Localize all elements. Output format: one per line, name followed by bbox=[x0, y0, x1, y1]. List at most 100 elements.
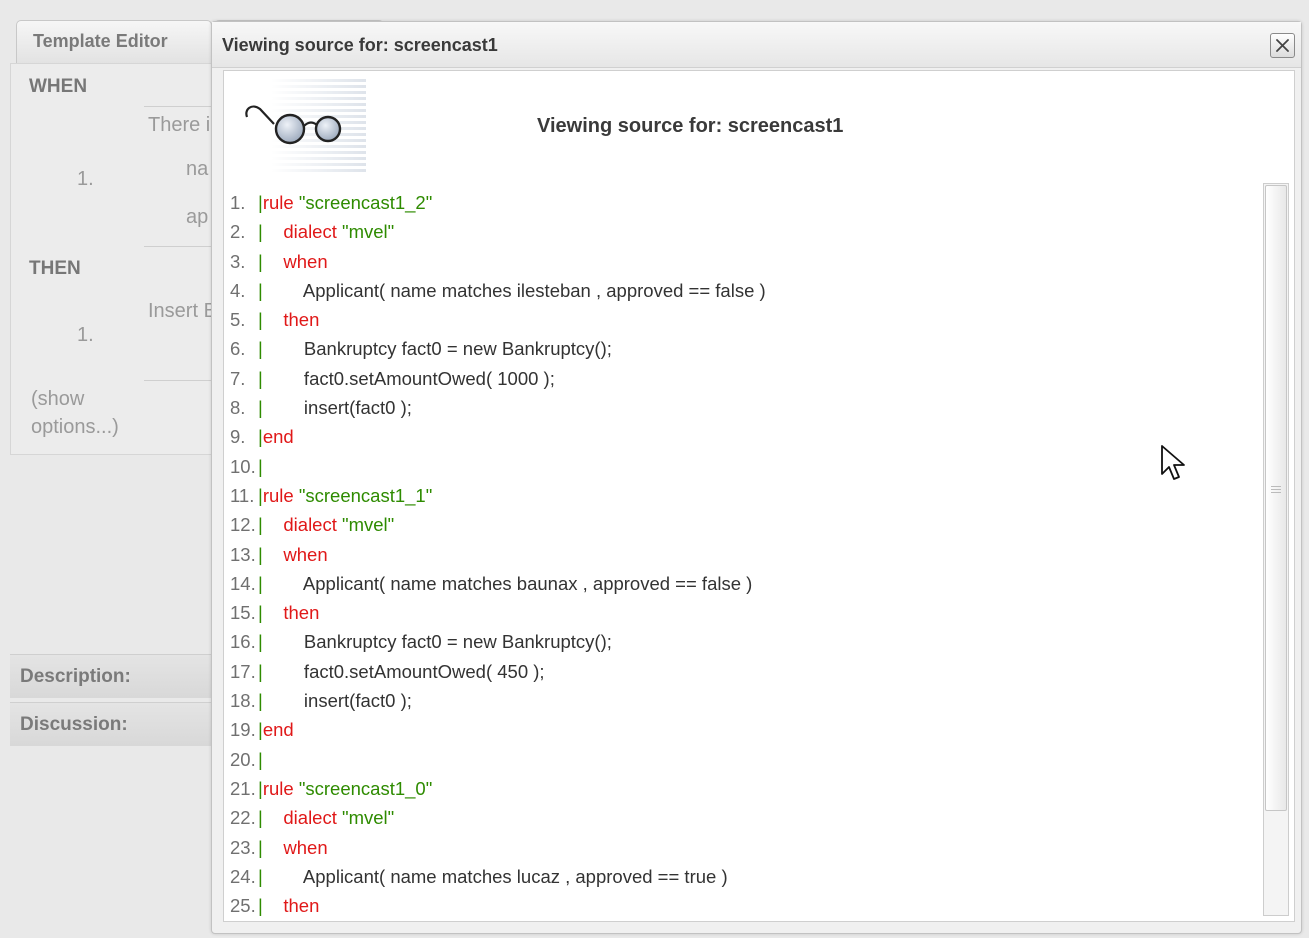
line-number: 21. bbox=[230, 777, 256, 799]
view-source-dialog: Viewing source for: screencast1 Viewing … bbox=[211, 21, 1302, 934]
line-number: 18. bbox=[230, 690, 256, 712]
vertical-scrollbar[interactable] bbox=[1263, 183, 1289, 916]
line-number: 20. bbox=[230, 748, 256, 770]
code-keyword: when bbox=[283, 250, 328, 272]
line-number: 25. bbox=[230, 895, 256, 917]
code-line: 12. | dialect "mvel" bbox=[230, 510, 1260, 539]
divider bbox=[144, 380, 221, 381]
line-number: 19. bbox=[230, 719, 256, 741]
mouse-pointer-icon bbox=[1161, 445, 1185, 480]
code-keyword: rule bbox=[262, 192, 299, 213]
code-keyword: then bbox=[283, 602, 320, 624]
code-text: Applicant( name matches lucaz , approved… bbox=[262, 865, 728, 887]
code-line: 22. | dialect "mvel" bbox=[230, 803, 1260, 832]
close-icon bbox=[1276, 39, 1289, 52]
line-number: 23. bbox=[230, 836, 256, 858]
line-number: 12. bbox=[230, 514, 256, 536]
code-line: 24. | Applicant( name matches lucaz , app… bbox=[230, 862, 1260, 891]
source-code-listing: 1. |rule "screencast1_2" 2. | dialect "mv… bbox=[230, 188, 1260, 921]
code-keyword: dialect bbox=[283, 221, 342, 243]
dialog-title: Viewing source for: screencast1 bbox=[222, 35, 498, 55]
code-line: 13. | when bbox=[230, 540, 1260, 569]
code-line: 3. | when bbox=[230, 247, 1260, 276]
when-fragment-3: ap bbox=[186, 206, 209, 228]
when-fragment-1: There i bbox=[148, 114, 211, 136]
code-text: Bankruptcy fact0 = new Bankruptcy(); bbox=[262, 338, 612, 360]
code-line: 19. |end bbox=[230, 715, 1260, 744]
source-header-title: Viewing source for: screencast1 bbox=[537, 115, 844, 137]
code-line: 21. |rule "screencast1_0" bbox=[230, 774, 1260, 803]
scrollbar-thumb[interactable] bbox=[1265, 185, 1287, 811]
line-number: 5. bbox=[230, 309, 251, 331]
code-text: insert(fact0 ); bbox=[262, 397, 412, 419]
dialog-body: Viewing source for: screencast1 1. |rule… bbox=[223, 70, 1295, 922]
code-keyword: rule bbox=[262, 484, 299, 506]
line-number: 13. bbox=[230, 543, 256, 565]
dialog-titlebar[interactable]: Viewing source for: screencast1 bbox=[212, 22, 1301, 68]
code-text: fact0.setAmountOwed( 1000 ); bbox=[262, 367, 555, 389]
code-line: 2. | dialect "mvel" bbox=[230, 217, 1260, 246]
code-text: insert(fact0 ); bbox=[262, 690, 412, 712]
description-section[interactable]: Description: bbox=[10, 654, 220, 698]
show-options-line-1[interactable]: (show bbox=[31, 388, 84, 411]
code-line: 17. | fact0.setAmountOwed( 450 ); bbox=[230, 657, 1260, 686]
line-number: 6. bbox=[230, 338, 251, 360]
line-number: 9. bbox=[230, 426, 251, 448]
line-number: 11. bbox=[230, 484, 255, 506]
code-keyword: when bbox=[283, 836, 328, 858]
then-fragment: Insert B bbox=[148, 300, 217, 322]
tab-template-editor[interactable]: Template Editor bbox=[16, 20, 212, 64]
code-keyword: dialect bbox=[283, 514, 342, 536]
line-gutter-bar: | bbox=[258, 455, 263, 477]
code-string: "mvel" bbox=[342, 807, 395, 829]
when-fragment-2: na bbox=[186, 158, 209, 180]
code-keyword: end bbox=[262, 719, 294, 741]
code-line: 23. | when bbox=[230, 833, 1260, 862]
line-gutter-bar: | bbox=[258, 748, 263, 770]
show-options-line-2[interactable]: options...) bbox=[31, 416, 119, 439]
glasses-icon bbox=[242, 79, 366, 175]
code-text: fact0.setAmountOwed( 450 ); bbox=[262, 660, 545, 682]
code-keyword: then bbox=[283, 309, 320, 331]
divider bbox=[144, 246, 221, 247]
line-number: 4. bbox=[230, 279, 251, 301]
code-keyword: when bbox=[283, 543, 328, 565]
code-string: "mvel" bbox=[342, 221, 395, 243]
code-string: "screencast1_1" bbox=[298, 484, 433, 506]
line-number: 7. bbox=[230, 367, 251, 389]
code-text: Applicant( name matches baunax , approve… bbox=[262, 572, 753, 594]
code-line: 16. | Bankruptcy fact0 = new Bankruptcy()… bbox=[230, 627, 1260, 656]
code-line: 5. | then bbox=[230, 305, 1260, 334]
code-line: 20. | bbox=[230, 745, 1260, 774]
code-string: "mvel" bbox=[342, 514, 395, 536]
code-string: "screencast1_0" bbox=[298, 777, 433, 799]
discussion-section[interactable]: Discussion: bbox=[10, 702, 220, 746]
line-number: 10. bbox=[230, 455, 256, 477]
code-string: "screencast1_2" bbox=[298, 192, 433, 213]
code-line: 25. | then bbox=[230, 891, 1260, 920]
close-button[interactable] bbox=[1270, 33, 1295, 58]
code-line: 9. |end bbox=[230, 422, 1260, 451]
code-line: 10. | bbox=[230, 452, 1260, 481]
when-row-number: 1. bbox=[77, 168, 94, 190]
code-line: 1. |rule "screencast1_2" bbox=[230, 188, 1260, 217]
code-line: 11. |rule "screencast1_1" bbox=[230, 481, 1260, 510]
code-text: Bankruptcy fact0 = new Bankruptcy(); bbox=[262, 631, 612, 653]
line-number: 17. bbox=[230, 660, 256, 682]
code-keyword: dialect bbox=[283, 807, 342, 829]
code-line: 14. | Applicant( name matches baunax , ap… bbox=[230, 569, 1260, 598]
line-number: 14. bbox=[230, 572, 256, 594]
line-number: 3. bbox=[230, 250, 251, 272]
rule-panel: WHEN There i 1. na ap THEN Insert B 1. (… bbox=[10, 63, 221, 455]
line-number: 24. bbox=[230, 865, 256, 887]
code-line: 18. | insert(fact0 ); bbox=[230, 686, 1260, 715]
line-number: 2. bbox=[230, 221, 251, 243]
